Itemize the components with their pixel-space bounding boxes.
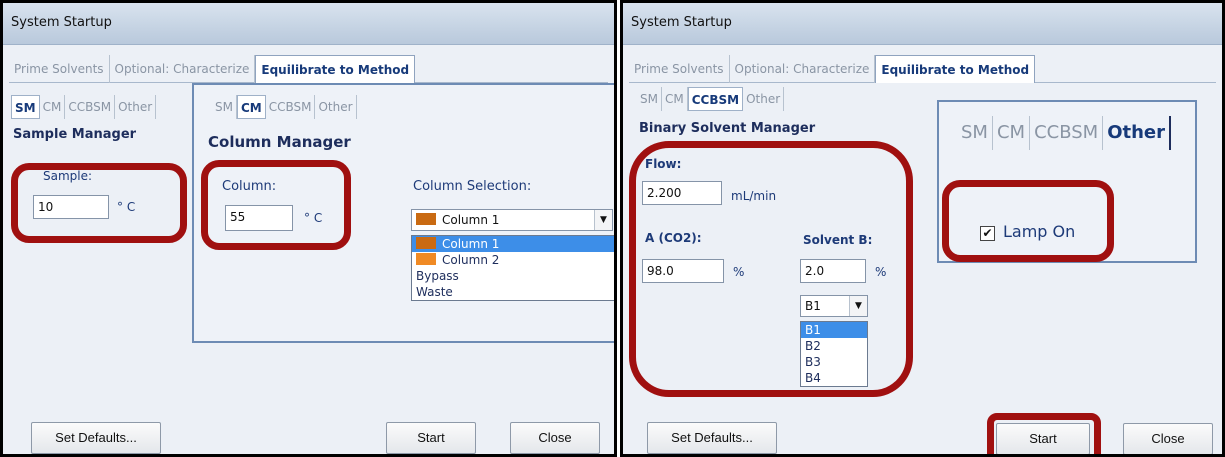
other-popup: SM CM CCBSM Other ✔ Lamp On — [937, 100, 1197, 263]
popup-subtab-sm[interactable]: SM — [957, 116, 993, 150]
left-window: System Startup Prime Solvents Optional: C… — [0, 0, 617, 457]
left-sub-tabs: SM CM CCBSM Other — [11, 95, 157, 119]
right-window-title: System Startup — [631, 15, 732, 30]
close-button[interactable]: Close — [510, 422, 600, 454]
subtab-other[interactable]: Other — [743, 87, 785, 111]
right-main-tabs: Prime Solvents Optional: Characterize Equi… — [629, 55, 1216, 83]
popup-subtab-ccbsm[interactable]: CCBSM — [1030, 116, 1104, 150]
subtab-cm[interactable]: CM — [40, 95, 66, 119]
close-button[interactable]: Close — [1123, 423, 1213, 454]
tab-equilibrate-to-method[interactable]: Equilibrate to Method — [255, 55, 416, 83]
subtab-sm[interactable]: SM — [637, 87, 662, 111]
column2-swatch — [416, 253, 436, 265]
set-defaults-button[interactable]: Set Defaults... — [31, 422, 161, 454]
chevron-down-icon[interactable]: ▼ — [594, 210, 612, 230]
popup-subtab-other[interactable]: Other — [1103, 116, 1172, 150]
subtab-ccbsm[interactable]: CCBSM — [687, 87, 744, 111]
set-defaults-button[interactable]: Set Defaults... — [647, 422, 777, 454]
left-window-title: System Startup — [11, 15, 112, 30]
column1-swatch — [416, 237, 436, 249]
popup-subtab-ccbsm[interactable]: CCBSM — [266, 95, 316, 119]
left-main-tabs: Prime Solvents Optional: Characterize Equi… — [9, 55, 608, 83]
tab-optional-characterize[interactable]: Optional: Characterize — [110, 55, 256, 83]
column1-swatch — [416, 213, 436, 225]
left-titlebar: System Startup — [3, 3, 614, 45]
subtab-other[interactable]: Other — [115, 95, 157, 119]
column-selection-label: Column Selection: — [413, 179, 532, 194]
column-manager-popup: SM CM CCBSM Other Column Manager Column: 55… — [192, 83, 614, 343]
column-selection-dropdown[interactable]: Column 1 ▼ — [411, 209, 613, 231]
popup-sub-tabs: SM CM CCBSM Other — [212, 95, 357, 119]
start-highlight — [987, 413, 1101, 454]
bsm-highlight — [629, 141, 913, 397]
right-sub-tabs: SM CM CCBSM Other — [637, 87, 785, 111]
option-column-1[interactable]: Column 1 — [412, 236, 614, 252]
sample-manager-heading: Sample Manager — [13, 127, 137, 142]
option-waste[interactable]: Waste — [412, 285, 614, 299]
subtab-cm[interactable]: CM — [662, 87, 688, 111]
subtab-ccbsm[interactable]: CCBSM — [65, 95, 116, 119]
option-bypass[interactable]: Bypass — [412, 268, 614, 285]
lamp-highlight — [942, 180, 1114, 262]
popup-subtab-other[interactable]: Other — [315, 95, 357, 119]
right-titlebar: System Startup — [623, 3, 1222, 45]
tab-optional-characterize[interactable]: Optional: Characterize — [730, 55, 876, 83]
popup-subtab-sm[interactable]: SM — [212, 95, 237, 119]
column-selected-value: Column 1 — [442, 213, 500, 227]
popup-subtab-cm[interactable]: CM — [236, 95, 266, 119]
column-manager-heading: Column Manager — [208, 133, 351, 151]
subtab-sm[interactable]: SM — [11, 95, 40, 119]
popup-subtab-cm[interactable]: CM — [993, 116, 1031, 150]
option-column-2[interactable]: Column 2 — [412, 252, 614, 268]
tab-prime-solvents[interactable]: Prime Solvents — [9, 55, 110, 83]
right-window: System Startup Prime Solvents Optional: C… — [620, 0, 1225, 457]
start-button[interactable]: Start — [386, 422, 476, 454]
column-highlight — [201, 160, 351, 250]
tab-prime-solvents[interactable]: Prime Solvents — [629, 55, 730, 83]
tab-equilibrate-to-method[interactable]: Equilibrate to Method — [875, 55, 1036, 83]
sample-highlight — [11, 163, 187, 243]
column-options-list: Column 1 Column 2 Bypass Waste — [411, 235, 614, 301]
bsm-heading: Binary Solvent Manager — [639, 121, 816, 136]
other-popup-sub-tabs: SM CM CCBSM Other — [957, 116, 1172, 150]
